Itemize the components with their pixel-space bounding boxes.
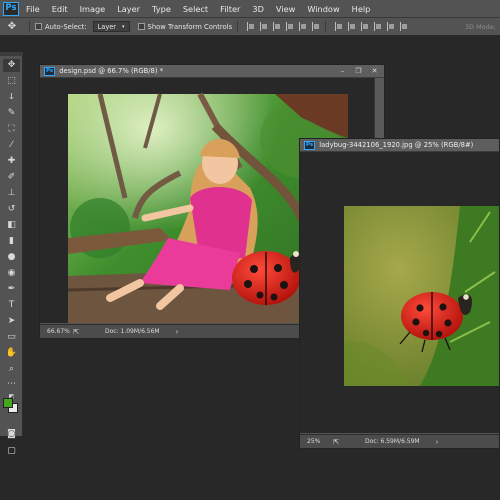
align-bottom-icon[interactable] — [273, 22, 281, 31]
distribute-vcenter-icon[interactable] — [348, 22, 356, 31]
distribute-hcenter-icon[interactable] — [387, 22, 395, 31]
blur-tool-icon[interactable]: ● — [3, 251, 20, 264]
distribute-top-icon[interactable] — [335, 22, 343, 31]
move-icon[interactable]: ✥ — [0, 21, 24, 32]
document-tab-ladybug[interactable]: Ps ladybug-3442106_1920.jpg @ 25% (RGB/8… — [300, 139, 499, 152]
ps-document-icon: Ps — [44, 66, 56, 76]
lasso-tool-icon[interactable]: ↆ — [3, 91, 20, 104]
document-tab-design[interactable]: Ps design.psd @ 66.7% (RGB/8) * – ❐ ✕ — [40, 65, 384, 78]
auto-select-label: Auto-Select: — [45, 22, 87, 31]
align-vcenter-icon[interactable] — [260, 22, 268, 31]
eyedropper-tool-icon[interactable]: ⁄ — [3, 139, 20, 152]
export-icon[interactable]: ⇱ — [69, 328, 83, 336]
options-separator — [325, 20, 327, 33]
distribute-right-icon[interactable] — [400, 22, 408, 31]
menu-layer[interactable]: Layer — [117, 4, 140, 14]
doc-size-ladybug: Doc: 6.59M/6.59M — [365, 438, 420, 445]
crop-tool-icon[interactable]: ⛶ — [3, 123, 20, 136]
canvas-artwork-ladybug — [344, 206, 499, 386]
path-selection-tool-icon[interactable]: ➤ — [3, 315, 20, 328]
healing-brush-tool-icon[interactable]: ✚ — [3, 155, 20, 168]
tools-panel-grip[interactable] — [0, 52, 23, 56]
dodge-tool-icon[interactable]: ◉ — [3, 267, 20, 280]
marquee-tool-icon[interactable]: ⬚ — [3, 75, 20, 88]
align-buttons — [247, 22, 320, 31]
menu-3d[interactable]: 3D — [252, 4, 264, 14]
align-top-icon[interactable] — [247, 22, 255, 31]
menu-type[interactable]: Type — [152, 4, 171, 14]
auto-select-option[interactable]: Auto-Select: — [35, 23, 87, 31]
menu-edit[interactable]: Edit — [52, 4, 68, 14]
menu-filter[interactable]: Filter — [220, 4, 240, 14]
menu-file[interactable]: File — [26, 4, 40, 14]
restore-icon[interactable]: ❐ — [352, 67, 365, 75]
document-title-ladybug: ladybug-3442106_1920.jpg @ 25% (RGB/8#) — [319, 141, 474, 149]
auto-select-dropdown[interactable]: Layer ▾ — [92, 21, 130, 32]
chevron-right-icon[interactable]: › — [176, 328, 179, 336]
gradient-tool-icon[interactable]: ▮ — [3, 235, 20, 248]
zoom-level-design[interactable]: 66.67% — [47, 328, 70, 335]
type-tool-icon[interactable]: T — [3, 299, 20, 312]
history-brush-tool-icon[interactable]: ↺ — [3, 203, 20, 216]
screen-mode-icon[interactable]: ▢ — [3, 445, 20, 458]
show-transform-checkbox[interactable] — [137, 23, 145, 30]
show-transform-option[interactable]: Show Transform Controls — [137, 22, 233, 31]
menu-help[interactable]: Help — [352, 4, 371, 14]
menu-image[interactable]: Image — [80, 4, 106, 14]
window-controls: – ❐ ✕ — [336, 67, 381, 75]
chevron-down-icon: ▾ — [122, 23, 125, 30]
photoshop-logo-icon: Ps — [3, 1, 19, 16]
show-transform-label: Show Transform Controls — [147, 22, 233, 31]
auto-select-value: Layer — [97, 22, 117, 31]
quick-select-tool-icon[interactable]: ✎ — [3, 107, 20, 120]
align-hcenter-icon[interactable] — [299, 22, 307, 31]
zoom-tool-icon[interactable]: ⌕ — [3, 363, 20, 376]
hand-tool-icon[interactable]: ✋ — [3, 347, 20, 360]
rectangle-tool-icon[interactable]: ▭ — [3, 331, 20, 344]
options-separator — [29, 20, 30, 33]
distribute-left-icon[interactable] — [374, 22, 382, 31]
chevron-right-icon[interactable]: › — [436, 438, 439, 446]
menu-window[interactable]: Window — [307, 4, 339, 14]
foreground-color-swatch[interactable] — [3, 398, 13, 408]
document-title-design: design.psd @ 66.7% (RGB/8) * — [59, 67, 164, 75]
export-icon[interactable]: ⇱ — [329, 438, 343, 446]
options-bar: ✥ Auto-Select: Layer ▾ Show Transform Co… — [0, 18, 500, 36]
document-canvas-ladybug[interactable] — [300, 152, 499, 433]
options-separator — [237, 20, 239, 33]
pen-tool-icon[interactable]: ✒ — [3, 283, 20, 296]
menu-select[interactable]: Select — [183, 4, 208, 14]
eraser-tool-icon[interactable]: ◧ — [3, 219, 20, 232]
move-tool-icon[interactable]: ✥ — [3, 59, 20, 72]
brush-tool-icon[interactable]: ✐ — [3, 171, 20, 184]
menu-bar: Ps File Edit Image Layer Type Select Fil… — [0, 0, 500, 18]
minimize-icon[interactable]: – — [336, 67, 349, 75]
menu-view[interactable]: View — [276, 4, 295, 14]
tools-panel: ✥ ⬚ ↆ ✎ ⛶ ⁄ ✚ ✐ ⊥ ↺ ◧ ▮ ● ◉ ✒ T ➤ ▭ ✋ ⌕ … — [0, 52, 23, 456]
auto-select-checkbox[interactable] — [35, 23, 42, 30]
document-window-ladybug[interactable]: Ps ladybug-3442106_1920.jpg @ 25% (RGB/8… — [299, 138, 500, 449]
align-left-icon[interactable] — [286, 22, 294, 31]
zoom-level-ladybug[interactable]: 25% — [307, 438, 329, 445]
doc-size-design: Doc: 1.09M/6.56M — [105, 328, 160, 335]
distribute-bottom-icon[interactable] — [361, 22, 369, 31]
quick-mask-icon[interactable]: ◙ — [3, 428, 20, 441]
clone-stamp-tool-icon[interactable]: ⊥ — [3, 187, 20, 200]
3d-mode-label: 3D Mode: — [464, 22, 496, 31]
close-icon[interactable]: ✕ — [368, 67, 381, 75]
ps-document-icon: Ps — [304, 140, 316, 150]
align-right-icon[interactable] — [312, 22, 320, 31]
status-bar-ladybug: 25% ⇱ Doc: 6.59M/6.59M › — [300, 434, 499, 448]
distribute-buttons — [335, 22, 408, 31]
